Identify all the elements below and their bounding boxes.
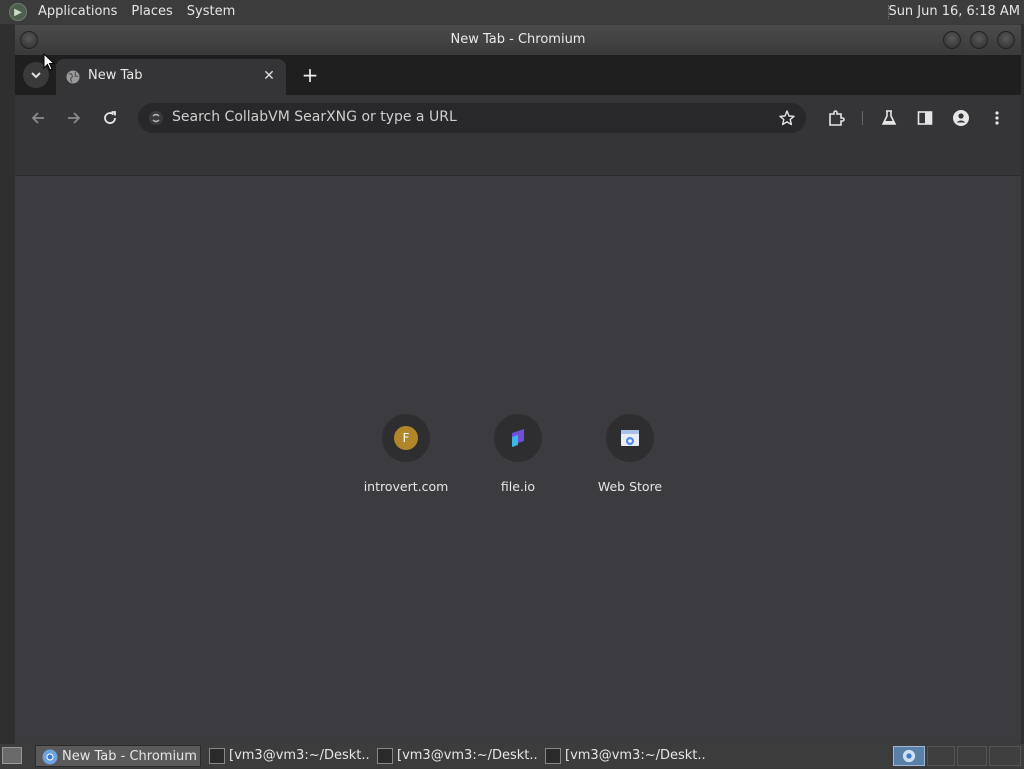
letter-f-favicon-icon: F: [394, 426, 418, 450]
close-window-button[interactable]: [997, 31, 1015, 49]
fileio-favicon-icon: [512, 429, 524, 447]
gnome-foot-icon[interactable]: ▶: [9, 3, 27, 21]
shortcut-icon-circle: F: [382, 414, 430, 462]
mouse-pointer-icon: [43, 53, 55, 71]
browser-toolbar: Search CollabVM SearXNG or type a URL: [15, 95, 1021, 141]
arrow-left-icon: [31, 112, 44, 124]
browser-window: New Tab - Chromium New Tab ✕ + Search Co…: [15, 25, 1021, 743]
webstore-favicon-icon: [621, 430, 639, 446]
taskbar-item-label: [vm3@vm3:~/Deskt...: [229, 748, 369, 763]
side-panel-button[interactable]: [913, 106, 937, 130]
omnibox-placeholder: Search CollabVM SearXNG or type a URL: [172, 109, 457, 125]
workspace-2[interactable]: [927, 746, 955, 766]
taskbar-item-label: [vm3@vm3:~/Deskt...: [397, 748, 537, 763]
clock[interactable]: Sun Jun 16, 6:18 AM: [888, 0, 1020, 24]
bookmarks-bar: [15, 141, 1021, 176]
new-tab-page: F introvert.com file.io Web Store: [15, 176, 1021, 743]
puzzle-icon: [829, 110, 845, 126]
chevron-down-icon: [31, 72, 41, 79]
shortcut-icon-circle: [494, 414, 542, 462]
back-button[interactable]: [25, 105, 51, 131]
labs-button[interactable]: [877, 106, 901, 130]
terminal-icon: [545, 748, 561, 764]
profile-button[interactable]: [949, 106, 973, 130]
window-menu-button[interactable]: [20, 31, 38, 49]
flask-icon: [881, 110, 897, 125]
workspace-1[interactable]: [893, 746, 925, 766]
tab-new-tab[interactable]: New Tab ✕: [56, 59, 286, 95]
applications-menu[interactable]: Applications: [31, 0, 124, 24]
arrow-right-icon: [68, 112, 81, 124]
window-title: New Tab - Chromium: [450, 32, 586, 47]
workspace-4[interactable]: [989, 746, 1021, 766]
search-engine-icon: [149, 111, 163, 125]
tab-title: New Tab: [88, 68, 143, 83]
taskbar-item-chromium[interactable]: New Tab - Chromium: [35, 745, 201, 767]
shortcut-tile[interactable]: F introvert.com: [350, 414, 462, 504]
omnibox[interactable]: Search CollabVM SearXNG or type a URL: [138, 103, 806, 133]
forward-button[interactable]: [61, 105, 87, 131]
terminal-icon: [377, 748, 393, 764]
show-desktop-button[interactable]: [2, 747, 22, 764]
avatar-icon: [953, 110, 969, 126]
taskbar-item-label: [vm3@vm3:~/Deskt...: [565, 748, 705, 763]
reload-button[interactable]: [97, 105, 123, 131]
taskbar-item-terminal[interactable]: [vm3@vm3:~/Deskt...: [539, 745, 705, 767]
maximize-button[interactable]: [970, 31, 988, 49]
tab-strip: New Tab ✕ +: [15, 55, 1021, 95]
shortcut-tile[interactable]: Web Store: [574, 414, 686, 504]
taskbar-item-terminal[interactable]: [vm3@vm3:~/Deskt...: [203, 745, 369, 767]
workspace-3[interactable]: [957, 746, 987, 766]
terminal-icon: [209, 748, 225, 764]
shortcut-label: Web Store: [597, 479, 663, 494]
chromium-icon: [42, 749, 58, 765]
bookmark-star-icon[interactable]: [778, 109, 796, 127]
globe-icon: [66, 70, 80, 84]
new-tab-button[interactable]: +: [298, 63, 322, 87]
places-menu[interactable]: Places: [124, 0, 179, 24]
tab-close-icon[interactable]: ✕: [260, 67, 278, 85]
taskbar-item-label: New Tab - Chromium: [62, 749, 197, 764]
reload-icon: [104, 111, 116, 124]
top-panel: ▶ Applications Places System Sun Jun 16,…: [0, 0, 1024, 24]
taskbar-item-terminal[interactable]: [vm3@vm3:~/Deskt...: [371, 745, 537, 767]
minimize-button[interactable]: [943, 31, 961, 49]
window-titlebar[interactable]: New Tab - Chromium: [15, 25, 1021, 55]
shortcut-label: introvert.com: [363, 479, 449, 494]
toolbar-separator: [862, 111, 863, 125]
extensions-button[interactable]: [824, 106, 848, 130]
kebab-menu-icon: [995, 111, 999, 125]
shortcut-icon-circle: [606, 414, 654, 462]
desktop-edge: [0, 24, 15, 744]
bottom-taskbar: New Tab - Chromium [vm3@vm3:~/Deskt... […: [0, 744, 1024, 768]
shortcut-tile[interactable]: file.io: [462, 414, 574, 504]
chrome-menu-button[interactable]: [985, 106, 1009, 130]
side-panel-icon: [917, 111, 933, 125]
system-menu[interactable]: System: [180, 0, 242, 24]
chromium-icon: [902, 749, 916, 763]
shortcut-label: file.io: [500, 479, 536, 494]
